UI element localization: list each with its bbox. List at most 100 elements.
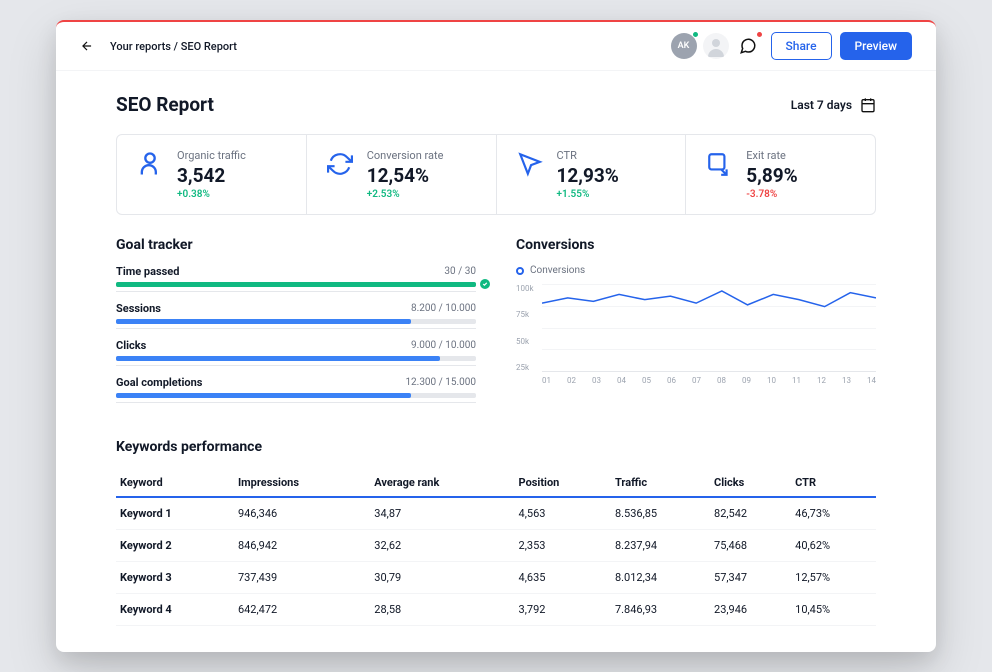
x-tick-label: 05 xyxy=(642,376,651,385)
breadcrumb[interactable]: Your reports / SEO Report xyxy=(110,40,237,53)
y-tick-label: 25k xyxy=(516,363,534,372)
table-cell: 57,347 xyxy=(710,562,791,594)
goal-progress-bar xyxy=(116,319,476,324)
x-tick-label: 13 xyxy=(842,376,851,385)
calendar-icon xyxy=(860,97,876,113)
x-tick-label: 08 xyxy=(717,376,726,385)
share-button[interactable]: Share xyxy=(771,32,832,60)
table-cell: 46,73% xyxy=(791,497,876,530)
cursor-icon xyxy=(515,149,545,179)
table-cell: Keyword 4 xyxy=(116,594,234,626)
goal-name: Goal completions xyxy=(116,376,202,389)
goal-row: Sessions 8.200 / 10.000 xyxy=(116,302,476,329)
x-tick-label: 04 xyxy=(617,376,626,385)
x-tick-label: 07 xyxy=(692,376,701,385)
avatar-user-ak[interactable]: AK xyxy=(671,33,697,59)
table-cell: 82,542 xyxy=(710,497,791,530)
table-cell: 4,635 xyxy=(515,562,611,594)
goal-name: Time passed xyxy=(116,265,179,278)
x-tick-label: 02 xyxy=(567,376,576,385)
exit-icon xyxy=(704,149,734,179)
table-cell: 8.012,34 xyxy=(611,562,710,594)
legend-label: Conversions xyxy=(530,265,585,276)
metric-change: -3.78% xyxy=(746,189,797,200)
date-range-picker[interactable]: Last 7 days xyxy=(791,97,876,113)
goal-tracker-title: Goal tracker xyxy=(116,237,476,253)
goal-progress-bar xyxy=(116,393,476,398)
sync-icon xyxy=(325,149,355,179)
table-cell: 8.536,85 xyxy=(611,497,710,530)
goal-value: 8.200 / 10.000 xyxy=(411,303,476,314)
table-row: Keyword 4642,47228,583,7927.846,9323,946… xyxy=(116,594,876,626)
table-cell: 40,62% xyxy=(791,530,876,562)
table-cell: 7.846,93 xyxy=(611,594,710,626)
date-range-label: Last 7 days xyxy=(791,98,852,112)
notification-dot-icon xyxy=(756,31,763,38)
table-header[interactable]: Impressions xyxy=(234,469,370,497)
keywords-title: Keywords performance xyxy=(116,439,876,455)
table-cell: 75,468 xyxy=(710,530,791,562)
user-icon xyxy=(135,149,165,179)
goal-value: 12.300 / 15.000 xyxy=(405,377,476,388)
y-tick-label: 100k xyxy=(516,284,534,293)
x-tick-label: 06 xyxy=(667,376,676,385)
table-cell: 23,946 xyxy=(710,594,791,626)
table-cell: 4,563 xyxy=(515,497,611,530)
table-cell: 28,58 xyxy=(370,594,514,626)
legend-dot-icon xyxy=(516,267,524,275)
goal-value: 9.000 / 10.000 xyxy=(411,340,476,351)
y-tick-label: 75k xyxy=(516,310,534,319)
page-title: SEO Report xyxy=(116,93,214,116)
table-header[interactable]: Traffic xyxy=(611,469,710,497)
metric-label: Organic traffic xyxy=(177,149,246,162)
x-tick-label: 10 xyxy=(767,376,776,385)
goal-value: 30 / 30 xyxy=(444,266,476,277)
table-cell: 642,472 xyxy=(234,594,370,626)
table-cell: 10,45% xyxy=(791,594,876,626)
x-tick-label: 12 xyxy=(817,376,826,385)
metric-change: +1.55% xyxy=(557,189,619,200)
x-tick-label: 09 xyxy=(742,376,751,385)
metric-change: +2.53% xyxy=(367,189,444,200)
y-tick-label: 50k xyxy=(516,337,534,346)
metric-label: Exit rate xyxy=(746,149,797,162)
table-cell: 2,353 xyxy=(515,530,611,562)
table-row: Keyword 2846,94232,622,3538.237,9475,468… xyxy=(116,530,876,562)
x-tick-label: 11 xyxy=(792,376,801,385)
goal-name: Sessions xyxy=(116,302,161,315)
avatar-user-2[interactable] xyxy=(703,33,729,59)
metric-value: 12,54% xyxy=(367,164,444,187)
goal-progress-bar xyxy=(116,282,476,287)
table-cell: Keyword 1 xyxy=(116,497,234,530)
preview-button[interactable]: Preview xyxy=(840,32,913,60)
table-cell: 846,942 xyxy=(234,530,370,562)
x-tick-label: 01 xyxy=(542,376,551,385)
back-button[interactable] xyxy=(80,39,94,53)
metric-label: Conversion rate xyxy=(367,149,444,162)
conversions-title: Conversions xyxy=(516,237,876,253)
table-row: Keyword 1946,34634,874,5638.536,8582,542… xyxy=(116,497,876,530)
goal-name: Clicks xyxy=(116,339,146,352)
goal-row: Clicks 9.000 / 10.000 xyxy=(116,339,476,366)
table-row: Keyword 3737,43930,794,6358.012,3457,347… xyxy=(116,562,876,594)
table-cell: 30,79 xyxy=(370,562,514,594)
goal-row: Time passed 30 / 30 xyxy=(116,265,476,292)
presence-dot-icon xyxy=(692,31,699,38)
table-cell: Keyword 2 xyxy=(116,530,234,562)
comments-button[interactable] xyxy=(735,33,761,59)
table-cell: Keyword 3 xyxy=(116,562,234,594)
table-header[interactable]: Keyword xyxy=(116,469,234,497)
comment-icon xyxy=(739,37,757,55)
metric-change: +0.38% xyxy=(177,189,246,200)
table-cell: 3,792 xyxy=(515,594,611,626)
metric-label: CTR xyxy=(557,149,619,162)
metric-value: 5,89% xyxy=(746,164,797,187)
table-header[interactable]: CTR xyxy=(791,469,876,497)
table-cell: 946,346 xyxy=(234,497,370,530)
table-header[interactable]: Average rank xyxy=(370,469,514,497)
table-header[interactable]: Clicks xyxy=(710,469,791,497)
avatar-initials: AK xyxy=(678,41,690,51)
table-cell: 737,439 xyxy=(234,562,370,594)
arrow-left-icon xyxy=(80,39,94,53)
table-header[interactable]: Position xyxy=(515,469,611,497)
